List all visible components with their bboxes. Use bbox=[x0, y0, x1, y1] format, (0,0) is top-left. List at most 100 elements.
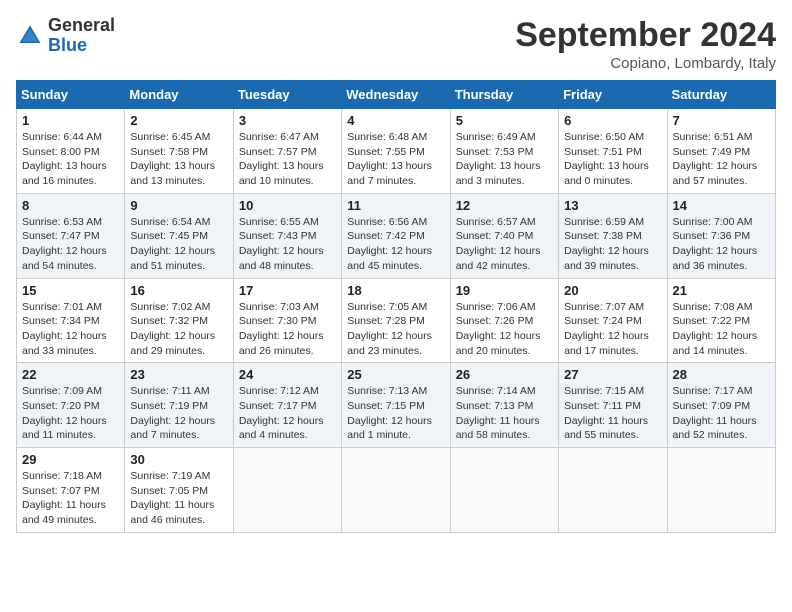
day-number: 19 bbox=[456, 283, 553, 298]
day-detail: Sunrise: 7:08 AMSunset: 7:22 PMDaylight:… bbox=[673, 300, 770, 359]
calendar-cell: 10 Sunrise: 6:55 AMSunset: 7:43 PMDayligh… bbox=[233, 193, 341, 278]
calendar-table: SundayMondayTuesdayWednesdayThursdayFrid… bbox=[16, 80, 776, 533]
day-detail: Sunrise: 7:09 AMSunset: 7:20 PMDaylight:… bbox=[22, 384, 119, 443]
logo-general: General bbox=[48, 16, 115, 36]
day-detail: Sunrise: 7:18 AMSunset: 7:07 PMDaylight:… bbox=[22, 469, 119, 528]
calendar-week-4: 22 Sunrise: 7:09 AMSunset: 7:20 PMDayligh… bbox=[17, 363, 776, 448]
day-number: 29 bbox=[22, 452, 119, 467]
day-number: 30 bbox=[130, 452, 227, 467]
day-number: 22 bbox=[22, 367, 119, 382]
day-number: 11 bbox=[347, 198, 444, 213]
calendar-cell: 29 Sunrise: 7:18 AMSunset: 7:07 PMDayligh… bbox=[17, 448, 125, 533]
day-detail: Sunrise: 6:45 AMSunset: 7:58 PMDaylight:… bbox=[130, 130, 227, 189]
day-detail: Sunrise: 7:03 AMSunset: 7:30 PMDaylight:… bbox=[239, 300, 336, 359]
calendar-week-2: 8Sunrise: 6:53 AMSunset: 7:47 PMDaylight… bbox=[17, 193, 776, 278]
logo: General Blue bbox=[16, 16, 115, 56]
day-number: 14 bbox=[673, 198, 770, 213]
calendar-cell: 2Sunrise: 6:45 AMSunset: 7:58 PMDaylight… bbox=[125, 109, 233, 194]
calendar-header-row: SundayMondayTuesdayWednesdayThursdayFrid… bbox=[17, 81, 776, 109]
calendar-cell: 28 Sunrise: 7:17 AMSunset: 7:09 PMDayligh… bbox=[667, 363, 775, 448]
day-number: 6 bbox=[564, 113, 661, 128]
calendar-cell: 3 Sunrise: 6:47 AMSunset: 7:57 PMDaylight… bbox=[233, 109, 341, 194]
day-number: 3 bbox=[239, 113, 336, 128]
calendar-cell: 12 Sunrise: 6:57 AMSunset: 7:40 PMDayligh… bbox=[450, 193, 558, 278]
day-detail: Sunrise: 7:11 AMSunset: 7:19 PMDaylight:… bbox=[130, 384, 227, 443]
calendar-week-1: 1 Sunrise: 6:44 AMSunset: 8:00 PMDaylight… bbox=[17, 109, 776, 194]
day-number: 9 bbox=[130, 198, 227, 213]
day-number: 8 bbox=[22, 198, 119, 213]
day-detail: Sunrise: 7:05 AMSunset: 7:28 PMDaylight:… bbox=[347, 300, 444, 359]
day-detail: Sunrise: 6:54 AMSunset: 7:45 PMDaylight:… bbox=[130, 215, 227, 274]
day-detail: Sunrise: 7:06 AMSunset: 7:26 PMDaylight:… bbox=[456, 300, 553, 359]
day-detail: Sunrise: 7:00 AMSunset: 7:36 PMDaylight:… bbox=[673, 215, 770, 274]
day-detail: Sunrise: 7:01 AMSunset: 7:34 PMDaylight:… bbox=[22, 300, 119, 359]
day-number: 18 bbox=[347, 283, 444, 298]
day-detail: Sunrise: 7:19 AMSunset: 7:05 PMDaylight:… bbox=[130, 469, 227, 528]
title-block: September 2024 Copiano, Lombardy, Italy bbox=[515, 16, 776, 72]
calendar-week-5: 29 Sunrise: 7:18 AMSunset: 7:07 PMDayligh… bbox=[17, 448, 776, 533]
calendar-cell: 14 Sunrise: 7:00 AMSunset: 7:36 PMDayligh… bbox=[667, 193, 775, 278]
logo-icon bbox=[16, 22, 44, 50]
calendar-cell: 6Sunrise: 6:50 AMSunset: 7:51 PMDaylight… bbox=[559, 109, 667, 194]
day-number: 28 bbox=[673, 367, 770, 382]
calendar-cell: 8Sunrise: 6:53 AMSunset: 7:47 PMDaylight… bbox=[17, 193, 125, 278]
day-number: 16 bbox=[130, 283, 227, 298]
header-wednesday: Wednesday bbox=[342, 81, 450, 109]
calendar-cell bbox=[667, 448, 775, 533]
day-number: 21 bbox=[673, 283, 770, 298]
calendar-cell: 20Sunrise: 7:07 AMSunset: 7:24 PMDayligh… bbox=[559, 278, 667, 363]
header-sunday: Sunday bbox=[17, 81, 125, 109]
calendar-cell: 26 Sunrise: 7:14 AMSunset: 7:13 PMDayligh… bbox=[450, 363, 558, 448]
day-number: 7 bbox=[673, 113, 770, 128]
day-detail: Sunrise: 7:07 AMSunset: 7:24 PMDaylight:… bbox=[564, 300, 661, 359]
day-detail: Sunrise: 7:12 AMSunset: 7:17 PMDaylight:… bbox=[239, 384, 336, 443]
day-number: 23 bbox=[130, 367, 227, 382]
day-detail: Sunrise: 6:49 AMSunset: 7:53 PMDaylight:… bbox=[456, 130, 553, 189]
calendar-cell: 30 Sunrise: 7:19 AMSunset: 7:05 PMDayligh… bbox=[125, 448, 233, 533]
day-detail: Sunrise: 6:47 AMSunset: 7:57 PMDaylight:… bbox=[239, 130, 336, 189]
day-detail: Sunrise: 6:57 AMSunset: 7:40 PMDaylight:… bbox=[456, 215, 553, 274]
calendar-cell: 23 Sunrise: 7:11 AMSunset: 7:19 PMDayligh… bbox=[125, 363, 233, 448]
calendar-cell: 15 Sunrise: 7:01 AMSunset: 7:34 PMDayligh… bbox=[17, 278, 125, 363]
day-detail: Sunrise: 6:51 AMSunset: 7:49 PMDaylight:… bbox=[673, 130, 770, 189]
day-number: 15 bbox=[22, 283, 119, 298]
day-detail: Sunrise: 7:15 AMSunset: 7:11 PMDaylight:… bbox=[564, 384, 661, 443]
day-number: 27 bbox=[564, 367, 661, 382]
calendar-week-3: 15 Sunrise: 7:01 AMSunset: 7:34 PMDayligh… bbox=[17, 278, 776, 363]
calendar-cell: 5 Sunrise: 6:49 AMSunset: 7:53 PMDaylight… bbox=[450, 109, 558, 194]
calendar-cell bbox=[342, 448, 450, 533]
day-number: 10 bbox=[239, 198, 336, 213]
header-monday: Monday bbox=[125, 81, 233, 109]
calendar-cell: 25 Sunrise: 7:13 AMSunset: 7:15 PMDayligh… bbox=[342, 363, 450, 448]
calendar-cell: 1 Sunrise: 6:44 AMSunset: 8:00 PMDaylight… bbox=[17, 109, 125, 194]
calendar-cell bbox=[233, 448, 341, 533]
header-saturday: Saturday bbox=[667, 81, 775, 109]
day-number: 26 bbox=[456, 367, 553, 382]
calendar-cell: 7 Sunrise: 6:51 AMSunset: 7:49 PMDaylight… bbox=[667, 109, 775, 194]
day-detail: Sunrise: 6:55 AMSunset: 7:43 PMDaylight:… bbox=[239, 215, 336, 274]
calendar-cell: 18 Sunrise: 7:05 AMSunset: 7:28 PMDayligh… bbox=[342, 278, 450, 363]
calendar-cell: 9 Sunrise: 6:54 AMSunset: 7:45 PMDaylight… bbox=[125, 193, 233, 278]
day-detail: Sunrise: 6:44 AMSunset: 8:00 PMDaylight:… bbox=[22, 130, 119, 189]
logo-text: General Blue bbox=[48, 16, 115, 56]
calendar-cell: 4Sunrise: 6:48 AMSunset: 7:55 PMDaylight… bbox=[342, 109, 450, 194]
day-number: 25 bbox=[347, 367, 444, 382]
calendar-cell: 16Sunrise: 7:02 AMSunset: 7:32 PMDayligh… bbox=[125, 278, 233, 363]
calendar-cell: 11 Sunrise: 6:56 AMSunset: 7:42 PMDayligh… bbox=[342, 193, 450, 278]
page-header: General Blue September 2024 Copiano, Lom… bbox=[16, 16, 776, 72]
day-number: 1 bbox=[22, 113, 119, 128]
header-friday: Friday bbox=[559, 81, 667, 109]
day-detail: Sunrise: 7:14 AMSunset: 7:13 PMDaylight:… bbox=[456, 384, 553, 443]
day-number: 24 bbox=[239, 367, 336, 382]
day-detail: Sunrise: 7:13 AMSunset: 7:15 PMDaylight:… bbox=[347, 384, 444, 443]
day-number: 13 bbox=[564, 198, 661, 213]
calendar-cell: 22 Sunrise: 7:09 AMSunset: 7:20 PMDayligh… bbox=[17, 363, 125, 448]
day-number: 12 bbox=[456, 198, 553, 213]
day-number: 5 bbox=[456, 113, 553, 128]
month-title: September 2024 bbox=[515, 16, 776, 55]
logo-blue: Blue bbox=[48, 36, 115, 56]
day-detail: Sunrise: 6:59 AMSunset: 7:38 PMDaylight:… bbox=[564, 215, 661, 274]
day-detail: Sunrise: 7:17 AMSunset: 7:09 PMDaylight:… bbox=[673, 384, 770, 443]
day-detail: Sunrise: 6:56 AMSunset: 7:42 PMDaylight:… bbox=[347, 215, 444, 274]
calendar-cell: 27 Sunrise: 7:15 AMSunset: 7:11 PMDayligh… bbox=[559, 363, 667, 448]
